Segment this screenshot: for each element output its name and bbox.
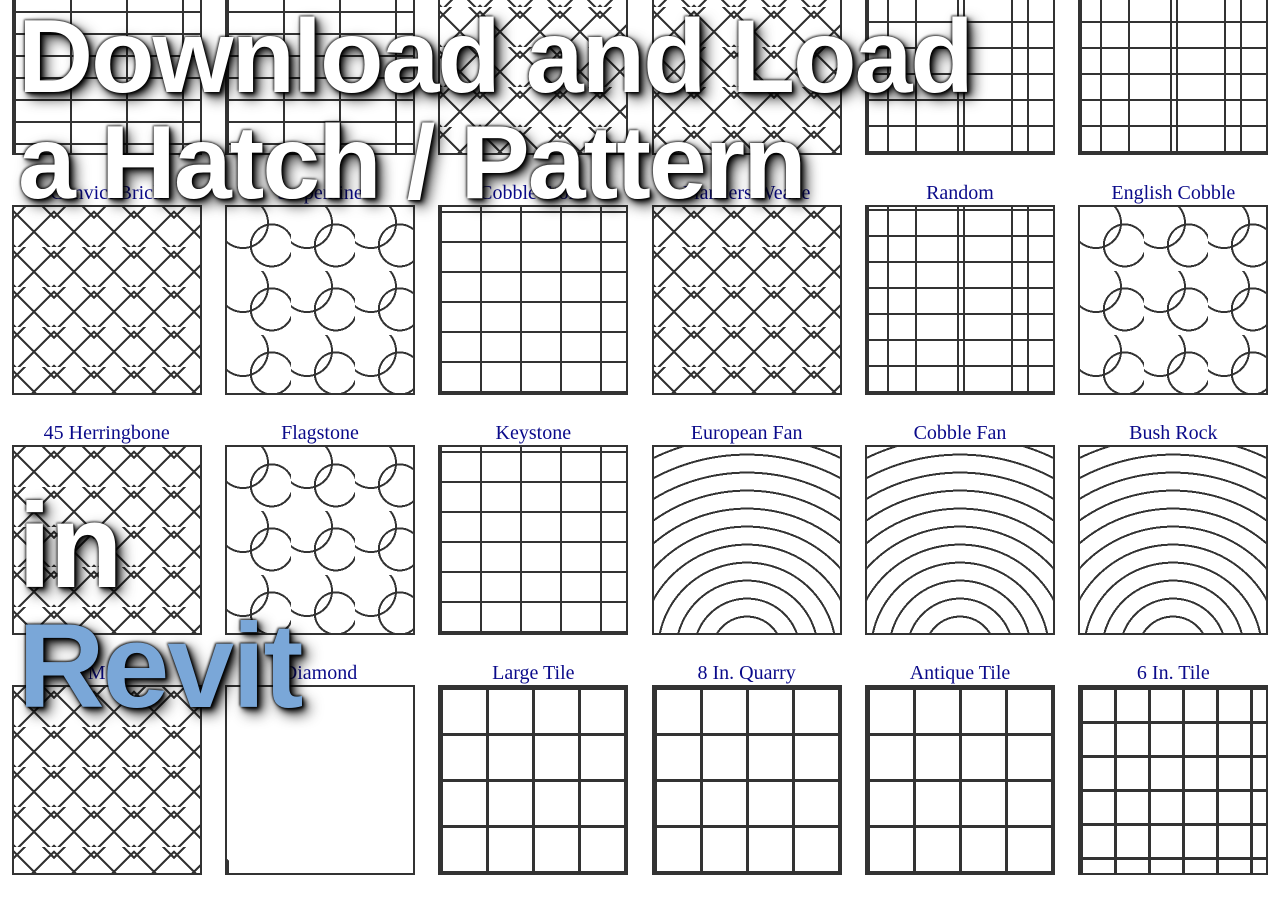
pattern-cell: Large Tile xyxy=(427,660,640,900)
pattern-swatch xyxy=(865,445,1055,635)
pattern-cell: Bush Rock xyxy=(1067,420,1280,660)
headline-line2: a Hatch / Pattern xyxy=(18,110,1262,216)
pattern-swatch xyxy=(438,205,628,395)
pattern-label: Cobble Fan xyxy=(914,422,1007,445)
pattern-swatch xyxy=(865,205,1055,395)
pattern-cell: 8 In. Quarry xyxy=(640,660,853,900)
pattern-label: 45 Herringbone xyxy=(44,422,170,445)
pattern-swatch xyxy=(1078,685,1268,875)
pattern-cell: Cobble Fan xyxy=(853,420,1066,660)
pattern-label: European Fan xyxy=(691,422,803,445)
pattern-swatch xyxy=(865,685,1055,875)
pattern-label: Keystone xyxy=(496,422,572,445)
pattern-label: 8 In. Quarry xyxy=(698,662,796,685)
pattern-swatch xyxy=(652,205,842,395)
pattern-label: Large Tile xyxy=(492,662,574,685)
pattern-swatch xyxy=(652,685,842,875)
footer-in: in xyxy=(18,486,301,606)
pattern-cell: Antique Tile xyxy=(853,660,1066,900)
pattern-cell: Keystone xyxy=(427,420,640,660)
pattern-swatch xyxy=(12,205,202,395)
pattern-swatch xyxy=(652,445,842,635)
footer-appname: Revit xyxy=(18,606,301,726)
pattern-label: Bush Rock xyxy=(1129,422,1217,445)
pattern-swatch xyxy=(438,445,628,635)
pattern-label: Antique Tile xyxy=(910,662,1011,685)
pattern-swatch xyxy=(1078,205,1268,395)
footer-caption: in Revit xyxy=(18,486,301,726)
pattern-label: 6 In. Tile xyxy=(1137,662,1210,685)
pattern-cell: European Fan xyxy=(640,420,853,660)
pattern-swatch xyxy=(1078,445,1268,635)
pattern-cell: 6 In. Tile xyxy=(1067,660,1280,900)
pattern-label: Flagstone xyxy=(281,422,359,445)
headline-line1: Download and Load xyxy=(18,4,1262,110)
pattern-swatch xyxy=(438,685,628,875)
headline: Download and Load a Hatch / Pattern xyxy=(18,4,1262,216)
pattern-swatch xyxy=(225,205,415,395)
